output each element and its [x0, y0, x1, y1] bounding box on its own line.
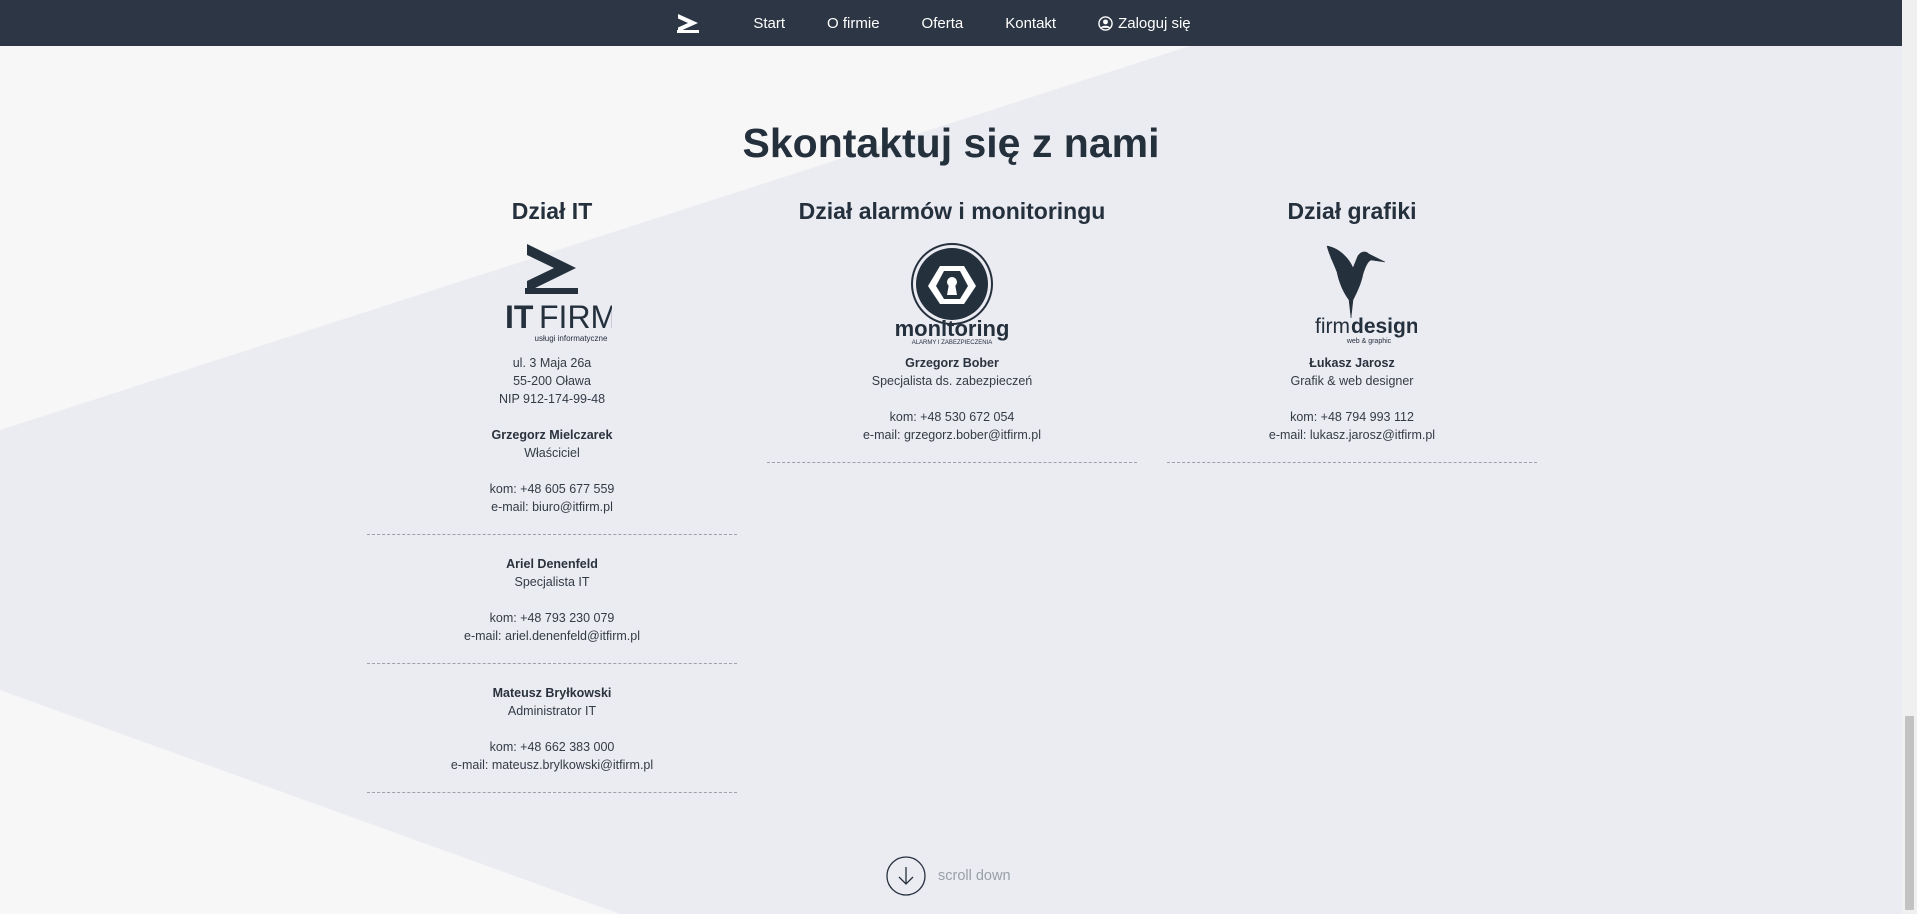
svg-text:web & graphic: web & graphic [1346, 338, 1392, 345]
logo-monitoring: monitoring ALARMY I ZABEZPIECZENIA [767, 242, 1137, 354]
address-street: ul. 3 Maja 26a [512, 356, 592, 370]
scrollbar-thumb[interactable] [1905, 716, 1914, 910]
arrow-down-circle-icon [886, 856, 926, 896]
person-role: Grafik & web designer [1290, 374, 1414, 388]
person-name: Grzegorz Bober [905, 356, 999, 370]
contact-section: Skontaktuj się z nami Dział IT IT FIRM u… [0, 0, 1902, 914]
login-label: Zaloguj się [1118, 14, 1191, 32]
it-address: ul. 3 Maja 26a 55-200 Oława NIP 912-174-… [367, 354, 737, 516]
brand-chevron-icon[interactable] [676, 13, 700, 33]
top-navbar: Start O firmie Oferta Kontakt Zaloguj si… [0, 0, 1902, 46]
svg-text:design: design [1351, 315, 1417, 338]
contact-card: Grzegorz Bober Specjalista ds. zabezpiec… [767, 354, 1137, 444]
contact-card: Łukasz Jarosz Grafik & web designer kom:… [1167, 354, 1537, 444]
person-name: Grzegorz Mielczarek [491, 428, 613, 442]
nav-link-start[interactable]: Start [732, 15, 806, 32]
person-email[interactable]: e-mail: grzegorz.bober@itfirm.pl [767, 426, 1137, 444]
divider [767, 462, 1137, 463]
keyhole-shutter-icon [911, 243, 993, 325]
person-email[interactable]: e-mail: biuro@itfirm.pl [367, 498, 737, 516]
person-role: Administrator IT [507, 704, 597, 718]
person-name: Mateusz Bryłkowski [492, 686, 612, 700]
scroll-down-button[interactable]: scroll down [886, 856, 1011, 896]
page-title: Skontaktuj się z nami [742, 120, 1160, 166]
person-email[interactable]: e-mail: ariel.denenfeld@itfirm.pl [367, 627, 737, 645]
hummingbird-icon [1326, 245, 1386, 319]
person-phone[interactable]: kom: +48 794 993 112 [1167, 408, 1537, 426]
page-scrollbar[interactable] [1902, 0, 1917, 914]
svg-text:firm: firm [1315, 315, 1350, 338]
scroll-down-label: scroll down [938, 868, 1011, 884]
nav-link-oferta[interactable]: Oferta [901, 15, 985, 32]
svg-text:usługi informatyczne: usługi informatyczne [535, 334, 608, 343]
divider [1167, 462, 1537, 463]
column-title-monitoring: Dział alarmów i monitoringu [798, 198, 1106, 224]
logo-itfirm: IT FIRM usługi informatyczne [367, 242, 737, 354]
nav-link-o-firmie[interactable]: O firmie [806, 15, 901, 32]
contact-card: Ariel Denenfeld Specjalista IT kom: +48 … [367, 555, 737, 645]
person-email[interactable]: e-mail: mateusz.brylkowski@itfirm.pl [367, 756, 737, 774]
column-title-graphics: Dział grafiki [1287, 198, 1417, 224]
svg-text:monitoring: monitoring [895, 316, 1010, 341]
person-role: Specjalista IT [514, 575, 590, 589]
person-role: Właściciel [524, 446, 580, 460]
user-circle-icon [1098, 15, 1113, 31]
nav-link-kontakt[interactable]: Kontakt [984, 15, 1077, 32]
svg-text:ALARMY I ZABEZPIECZENIA: ALARMY I ZABEZPIECZENIA [912, 340, 993, 346]
divider [367, 663, 737, 664]
column-it: Dział IT IT FIRM usługi informatyczne ul… [367, 196, 737, 813]
person-phone[interactable]: kom: +48 793 230 079 [367, 609, 737, 627]
column-graphics: Dział grafiki firm design web & graphic … [1167, 196, 1537, 483]
person-email[interactable]: e-mail: lukasz.jarosz@itfirm.pl [1167, 426, 1537, 444]
svg-text:FIRM: FIRM [539, 299, 612, 335]
divider [367, 534, 737, 535]
logo-firmdesign: firm design web & graphic [1167, 242, 1537, 354]
person-role: Specjalista ds. zabezpieczeń [871, 374, 1033, 388]
person-phone[interactable]: kom: +48 662 383 000 [367, 738, 737, 756]
contact-card: Mateusz Bryłkowski Administrator IT kom:… [367, 684, 737, 774]
address-city: 55-200 Oława [513, 374, 591, 388]
divider [367, 792, 737, 793]
brand-chevron-icon [525, 244, 578, 294]
column-title-it: Dział IT [511, 198, 593, 224]
person-phone[interactable]: kom: +48 530 672 054 [767, 408, 1137, 426]
svg-text:IT: IT [505, 299, 534, 335]
column-monitoring: Dział alarmów i monitoringu monitoring A… [767, 196, 1137, 483]
person-name: Łukasz Jarosz [1309, 356, 1395, 370]
login-link[interactable]: Zaloguj się [1077, 15, 1212, 32]
address-nip: NIP 912-174-99-48 [498, 392, 606, 406]
person-phone[interactable]: kom: +48 605 677 559 [367, 480, 737, 498]
person-name: Ariel Denenfeld [506, 557, 598, 571]
